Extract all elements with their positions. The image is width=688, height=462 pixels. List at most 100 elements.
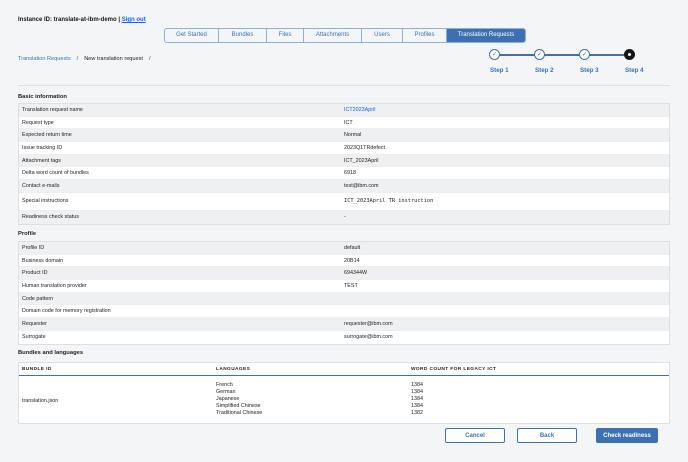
language-item: French xyxy=(216,382,233,388)
breadcrumb-separator: / xyxy=(148,56,151,62)
sign-out-link[interactable]: Sign out xyxy=(122,17,146,23)
step-3-check-icon: ✓ xyxy=(579,49,590,60)
row-key: Requester xyxy=(22,320,47,327)
row-value: requester@ibm.com xyxy=(344,320,393,327)
table-row: translation.json French German Japanese … xyxy=(19,376,669,417)
step-1-check-icon: ✓ xyxy=(489,49,500,60)
table-row: Readiness check status - xyxy=(19,210,669,224)
table-row: Delta word count of bundles 6918 xyxy=(19,167,669,181)
table-row: Profile ID default xyxy=(19,242,669,255)
breadcrumb-separator: / xyxy=(76,56,79,62)
row-key: Issue tracking ID xyxy=(22,144,63,151)
step-3-label: Step 3 xyxy=(580,67,599,74)
row-value: default xyxy=(344,244,361,251)
profile-title: Profile xyxy=(18,231,37,237)
row-key: Delta word count of bundles xyxy=(22,170,89,177)
table-row: Expected return time Normal xyxy=(19,129,669,143)
bundles-table: BUNDLE ID LANGUAGES WORD COUNT FOR LEGAC… xyxy=(18,362,670,424)
row-key: Attachment tags xyxy=(22,157,61,164)
tab-bundles[interactable]: Bundles xyxy=(219,29,267,42)
row-value: ICT_2023April TR instruction xyxy=(344,198,434,205)
check-readiness-button[interactable]: Check readiness xyxy=(596,428,658,443)
progress-line xyxy=(496,54,630,56)
table-row: Request type ICT xyxy=(19,117,669,130)
row-key: Translation request name xyxy=(22,106,83,113)
header-separator: | xyxy=(118,17,121,23)
row-key: Request type xyxy=(22,119,54,126)
tab-files[interactable]: Files xyxy=(267,29,304,42)
step-4-label: Step 4 xyxy=(625,67,644,74)
row-value: ICT_2023April xyxy=(344,157,379,164)
row-key: Readiness check status xyxy=(22,214,79,221)
table-row: Domain code for memory registration xyxy=(19,305,669,319)
row-value: TEST xyxy=(344,282,358,289)
language-item: German xyxy=(216,389,236,395)
table-row: Special instructions ICT_2023April TR ins… xyxy=(19,193,669,211)
row-key: Special instructions xyxy=(22,198,69,205)
col-word-count: WORD COUNT FOR LEGACY ICT xyxy=(411,366,497,372)
row-value: surrogate@ibm.com xyxy=(344,334,393,341)
row-key: Business domain xyxy=(22,257,64,264)
row-value: Normal xyxy=(344,132,362,139)
row-value: 20B14 xyxy=(344,257,360,264)
tab-attachments[interactable]: Attachments xyxy=(304,29,362,42)
col-languages: LANGUAGES xyxy=(216,366,251,372)
row-value: test@ibm.com xyxy=(344,182,379,189)
row-key: Domain code for memory registration xyxy=(22,308,111,315)
row-value: 2023Q1TRdefect xyxy=(344,144,386,151)
word-count-list: 1384 1384 1384 1384 1382 xyxy=(411,382,423,417)
table-row: Business domain 20B14 xyxy=(19,255,669,268)
breadcrumb-root[interactable]: Translation Requests xyxy=(18,56,71,62)
word-count-item: 1384 xyxy=(411,382,423,388)
row-key: Human translation provider xyxy=(22,282,87,289)
tab-profiles[interactable]: Profiles xyxy=(403,29,447,42)
profile-table: Profile ID default Business domain 20B14 P… xyxy=(18,241,670,345)
table-row: Requester requester@ibm.com xyxy=(19,318,669,331)
row-key: Expected return time xyxy=(22,132,72,139)
row-key: Contact e-mails xyxy=(22,182,60,189)
progress-steps: ✓ ✓ ✓ Step 1 Step 2 Step 3 Step 4 xyxy=(488,49,644,79)
request-name-link[interactable]: ICT2023April xyxy=(344,107,669,113)
instance-line: Instance ID: translate-at-ibm-demo | Sig… xyxy=(18,17,146,23)
bundles-title: Bundles and languages xyxy=(18,350,84,356)
row-value: - xyxy=(344,214,346,221)
basic-info-table: Translation request name ICT2023April Req… xyxy=(18,103,670,225)
table-row: Product ID 694344W xyxy=(19,267,669,281)
table-row: Issue tracking ID 2023Q1TRdefect xyxy=(19,142,669,155)
step-2-check-icon: ✓ xyxy=(534,49,545,60)
row-key: Surrogate xyxy=(22,334,46,341)
word-count-item: 1382 xyxy=(411,410,423,416)
language-item: Traditional Chinese xyxy=(216,410,263,416)
language-item: Simplified Chinese xyxy=(216,403,261,409)
language-item: Japanese xyxy=(216,396,240,402)
table-row: Translation request name ICT2023April xyxy=(19,104,669,117)
table-row: Contact e-mails test@ibm.com xyxy=(19,180,669,193)
table-row: Attachment tags ICT_2023April xyxy=(19,154,669,168)
word-count-item: 1384 xyxy=(411,403,423,409)
cancel-button[interactable]: Cancel xyxy=(445,428,505,443)
breadcrumb-current: New translation request xyxy=(84,56,143,62)
back-button[interactable]: Back xyxy=(517,428,577,443)
tab-users[interactable]: Users xyxy=(362,29,403,42)
step-2-label: Step 2 xyxy=(535,67,554,74)
bundle-id: translation.json xyxy=(22,398,59,404)
row-key: Product ID xyxy=(22,270,48,277)
table-row: Human translation provider TEST xyxy=(19,280,669,293)
basic-info-title: Basic information xyxy=(18,94,67,100)
step-1-label: Step 1 xyxy=(490,67,509,74)
row-key: Profile ID xyxy=(22,244,45,251)
table-row: Code pattern xyxy=(19,292,669,306)
row-value: 6918 xyxy=(344,170,356,177)
col-bundle-id: BUNDLE ID xyxy=(22,366,52,372)
tab-translation-requests[interactable]: Translation Requests xyxy=(447,29,525,42)
row-key: Code pattern xyxy=(22,295,54,302)
word-count-item: 1384 xyxy=(411,389,423,395)
bundles-table-header: BUNDLE ID LANGUAGES WORD COUNT FOR LEGAC… xyxy=(19,363,669,376)
tab-get-started[interactable]: Get Started xyxy=(165,29,219,42)
breadcrumb: Translation Requests / New translation r… xyxy=(18,56,151,62)
row-value: 694344W xyxy=(344,270,368,277)
row-value: ICT xyxy=(344,119,353,126)
language-list: French German Japanese Simplified Chines… xyxy=(216,382,411,417)
table-row: Surrogate surrogate@ibm.com xyxy=(19,331,669,344)
word-count-item: 1384 xyxy=(411,396,423,402)
